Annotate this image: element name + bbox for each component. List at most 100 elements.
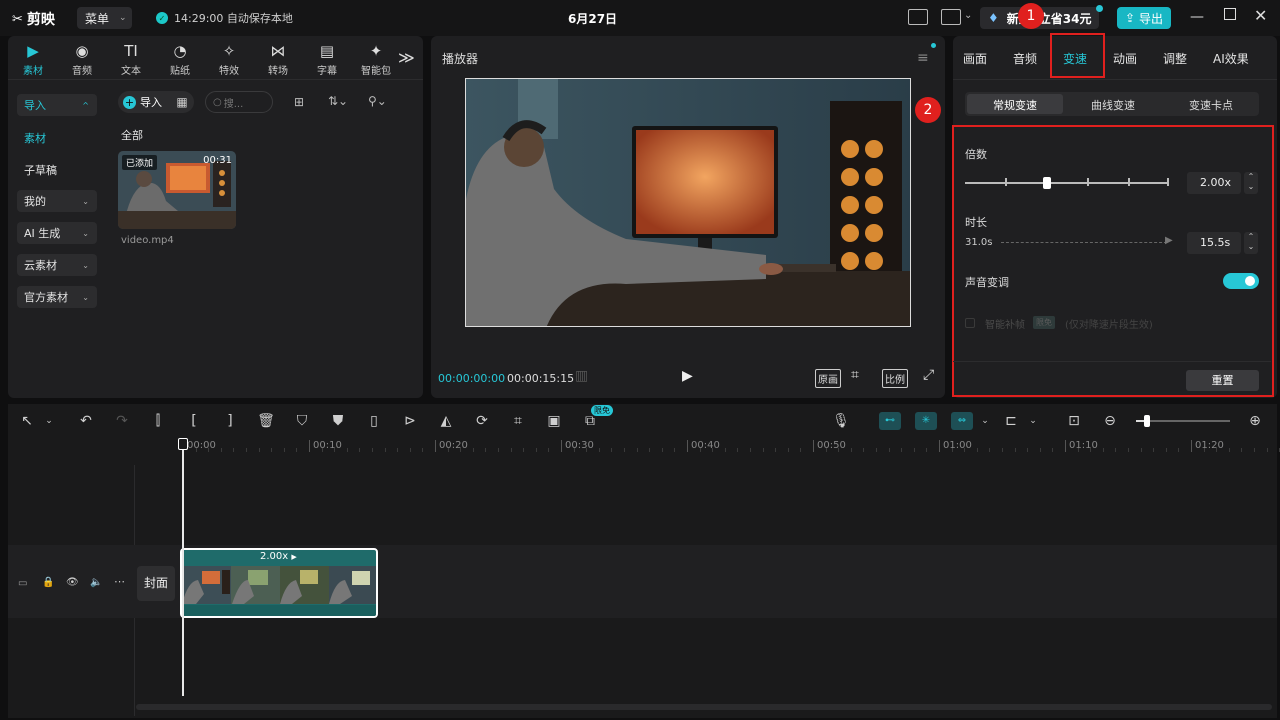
clip-speed-label: 2.00x ▶ <box>260 551 297 562</box>
minimize-icon[interactable]: — <box>1190 9 1204 25</box>
reset-button[interactable]: 重置 <box>1186 370 1259 391</box>
main-track-magnet-icon[interactable]: ⊷ <box>879 412 901 430</box>
props-tab-0[interactable]: 画面 <box>963 50 987 67</box>
smooth-checkbox[interactable] <box>965 318 975 328</box>
speed-slider-track[interactable] <box>965 182 1169 184</box>
view-mode-icon[interactable]: ⊞ <box>294 95 304 109</box>
select-pointer-icon[interactable]: ↖ <box>18 412 36 430</box>
ruler-minor-tick <box>296 448 298 452</box>
freeze-icon[interactable]: ⛉ <box>293 412 311 430</box>
more-icon[interactable]: ⋯ <box>114 575 125 588</box>
playhead-handle[interactable] <box>178 438 188 450</box>
track-video-icon[interactable]: ▭ <box>18 578 27 589</box>
split-right-icon[interactable]: ] <box>221 412 239 430</box>
zoom-slider-thumb[interactable] <box>1144 415 1150 427</box>
time-ruler[interactable]: 00:00 00:10 00:20 00:30 00:40 00:50 01:00 01:10… <box>134 438 1280 458</box>
original-quality-button[interactable]: 原画 <box>815 369 841 388</box>
side-item-cloud[interactable]: 云素材 ⌄ <box>17 254 97 276</box>
keyframe-icon[interactable]: ▯ <box>365 412 383 430</box>
timeline-grid-icon[interactable]: ▥ <box>575 368 588 384</box>
zoom-slider-track[interactable] <box>1136 420 1230 422</box>
linkage-icon[interactable]: ⇔ <box>951 412 973 430</box>
media-tab-audio[interactable]: ◉ 音频 <box>64 40 100 77</box>
split-left-icon[interactable]: [ <box>185 412 203 430</box>
chevron-down-icon[interactable]: ⌄ <box>1024 412 1042 430</box>
auto-snap-icon[interactable]: ✳ <box>915 412 937 430</box>
filter-icon[interactable]: ⚲⌄ <box>368 94 387 108</box>
chevron-down-icon[interactable]: ⌄ <box>976 412 994 430</box>
lock-icon[interactable]: 🔒 <box>42 577 54 588</box>
media-clip-thumbnail[interactable]: 已添加 00:31 <box>118 151 236 229</box>
subtab-beat-speed[interactable]: 变速卡点 <box>1163 97 1259 113</box>
close-icon[interactable]: ✕ <box>1254 6 1267 25</box>
ruler-minor-tick <box>586 448 588 452</box>
side-item-ai[interactable]: AI 生成 ⌄ <box>17 222 97 244</box>
fullscreen-icon[interactable]: ⤢ <box>923 367 934 383</box>
layout-icon[interactable] <box>941 9 961 25</box>
media-tab-transition[interactable]: ⋈ 转场 <box>260 40 296 77</box>
play-icon[interactable]: ▶ <box>682 368 693 384</box>
microphone-icon[interactable]: 🎙 <box>832 412 850 430</box>
rotate-icon[interactable]: ⟳ <box>473 412 491 430</box>
props-tab-3[interactable]: 动画 <box>1113 50 1137 67</box>
cover-button[interactable]: 封面 <box>137 566 175 601</box>
ruler-major-tick <box>435 440 436 452</box>
shield-icon[interactable]: ⛊ <box>329 412 347 430</box>
screenshot-icon[interactable]: ⌗ <box>851 367 859 383</box>
auto-reframe-icon[interactable]: ▣ <box>545 412 563 430</box>
media-tab-media[interactable]: ▶ 素材 <box>15 40 51 77</box>
mirror-icon[interactable]: ◭ <box>437 412 455 430</box>
split-icon[interactable]: ⫿ <box>149 412 167 430</box>
side-item-media[interactable]: 素材 <box>17 127 97 149</box>
qr-icon[interactable]: ▦ <box>170 91 194 113</box>
player-menu-icon[interactable]: ≡ <box>917 50 929 66</box>
preview-axis-icon[interactable]: ⊏ <box>1002 412 1020 430</box>
media-tab-caption[interactable]: ▤ 字幕 <box>309 40 345 77</box>
maximize-icon[interactable] <box>1224 8 1236 20</box>
props-tab-5[interactable]: AI效果 <box>1213 50 1249 67</box>
sort-icon[interactable]: ⇅⌄ <box>328 94 348 108</box>
playhead[interactable] <box>182 438 184 696</box>
zoom-in-icon[interactable]: ⊕ <box>1246 412 1264 430</box>
side-item-official[interactable]: 官方素材 ⌄ <box>17 286 97 308</box>
subtab-curve-speed[interactable]: 曲线变速 <box>1065 97 1161 113</box>
delete-icon[interactable]: 🗑 <box>257 412 275 430</box>
pitch-toggle[interactable] <box>1223 273 1259 289</box>
props-tab-1[interactable]: 音频 <box>1013 50 1037 67</box>
speed-stepper-icon[interactable]: ⌃ ⌄ <box>1244 172 1258 194</box>
aspect-ratio-button[interactable]: 比例 <box>882 369 908 388</box>
timeline-scrollbar[interactable] <box>136 704 1272 710</box>
video-preview[interactable] <box>465 78 911 327</box>
search-input[interactable]: ○ 搜... <box>205 91 273 113</box>
zoom-out-icon[interactable]: ⊖ <box>1101 412 1119 430</box>
import-button[interactable]: + 导入 <box>118 91 170 113</box>
duration-value-input[interactable]: 15.5s <box>1187 232 1241 254</box>
media-tab-sticker[interactable]: ◔ 贴纸 <box>162 40 198 77</box>
redo-icon[interactable]: ↷ <box>113 412 131 430</box>
reverse-play-icon[interactable]: ⊳ <box>401 412 419 430</box>
undo-icon[interactable]: ↶ <box>77 412 95 430</box>
media-tab-smart[interactable]: ✦ 智能包 <box>358 40 394 77</box>
media-tab-text[interactable]: TI 文本 <box>113 40 149 77</box>
speed-slider-thumb[interactable] <box>1042 177 1051 189</box>
eye-icon[interactable]: 👁 <box>66 577 79 588</box>
side-item-import[interactable]: 导入 ^ <box>17 94 97 116</box>
speed-value-input[interactable]: 2.00x <box>1187 172 1241 194</box>
props-tab-4[interactable]: 调整 <box>1163 50 1187 67</box>
menu-button[interactable]: 菜单 ⌄ <box>77 7 132 29</box>
export-button[interactable]: ⇪ 导出 <box>1117 7 1171 29</box>
side-item-subdraft[interactable]: 子草稿 <box>17 159 97 181</box>
duration-stepper-icon[interactable]: ⌃ ⌄ <box>1244 232 1258 254</box>
crop-icon[interactable]: ⌗ <box>509 412 527 430</box>
subtab-normal-speed[interactable]: 常规变速 <box>967 97 1063 113</box>
layout-chevron-icon[interactable]: ⌄ <box>964 10 972 21</box>
zoom-fit-icon[interactable]: ⊡ <box>1065 412 1083 430</box>
video-clip[interactable]: 2.00x ▶ <box>180 548 378 618</box>
notification-dot <box>931 43 936 48</box>
more-tabs-icon[interactable]: ≫ <box>398 48 415 67</box>
media-tab-effects[interactable]: ✧ 特效 <box>211 40 247 77</box>
speaker-icon[interactable]: 🔈 <box>90 577 102 588</box>
chevron-down-icon[interactable]: ⌄ <box>40 412 58 430</box>
keyboard-icon[interactable] <box>908 9 928 25</box>
side-item-mine[interactable]: 我的 ⌄ <box>17 190 97 212</box>
